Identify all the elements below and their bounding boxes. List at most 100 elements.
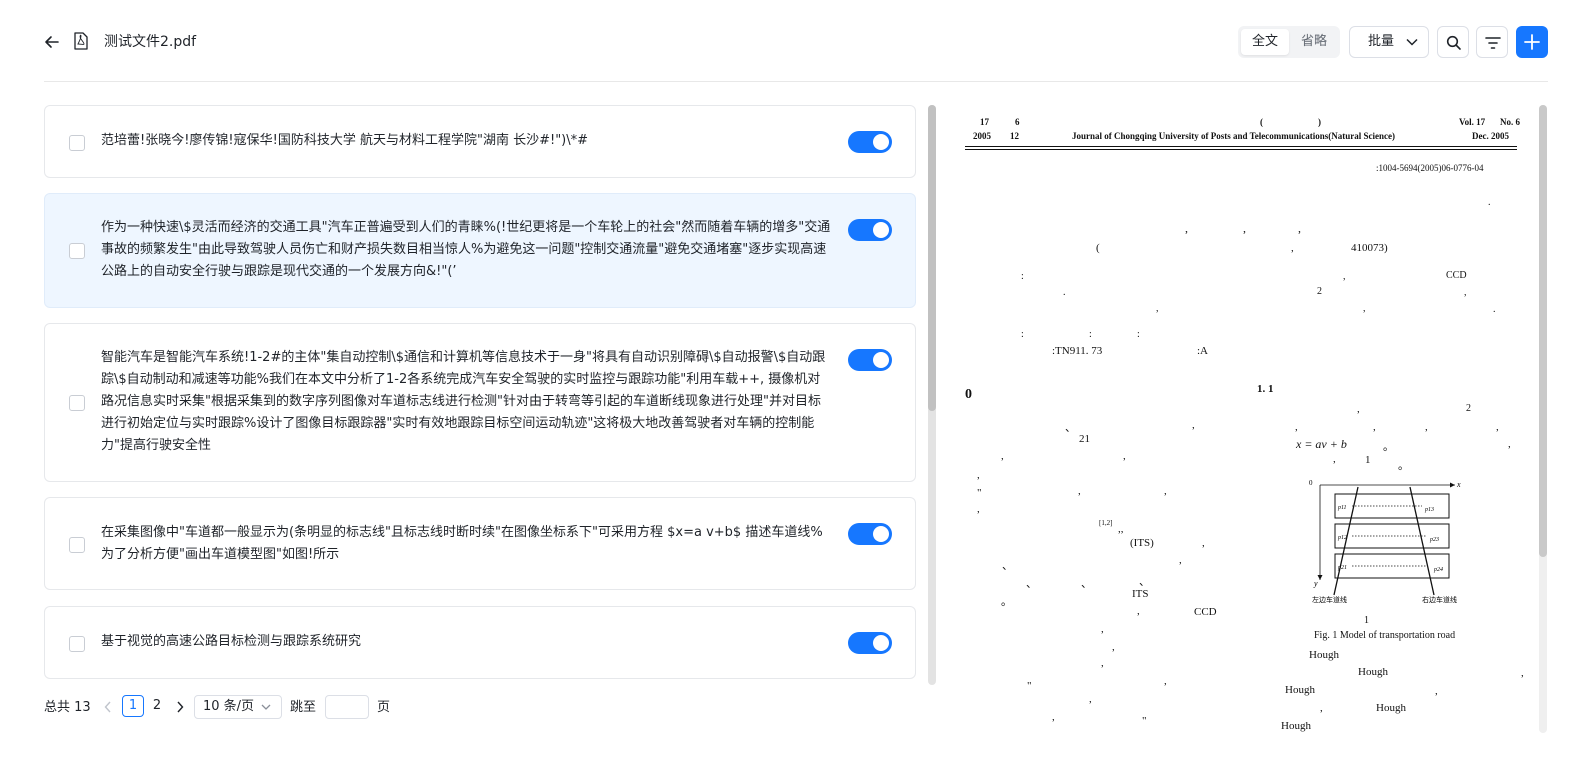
pagination-total: 总共 13: [44, 700, 91, 715]
pdf-mark: ,: [1123, 450, 1126, 462]
list-scrollbar-thumb[interactable]: [928, 105, 936, 411]
pdf-text: 21: [1079, 433, 1090, 445]
pdf-journal-title: Journal of Chongqing University of Posts…: [1072, 131, 1396, 141]
fig-point-label: p23: [1429, 537, 1439, 543]
filter-button[interactable]: [1476, 26, 1508, 58]
view-brief-option[interactable]: 省略: [1291, 29, 1337, 55]
pdf-mark: :: [1021, 271, 1024, 282]
pdf-mark: ,: [1101, 657, 1104, 669]
pdf-figure-caption: Fig. 1 Model of transportation road: [1314, 630, 1456, 641]
pdf-mark: .: [1493, 304, 1496, 315]
pdf-mark: ": [1142, 715, 1147, 727]
pdf-text: 410073): [1351, 242, 1388, 254]
paragraph-text: 基于视觉的高速公路目标检测与跟踪系统研究: [101, 634, 362, 649]
list-scrollbar[interactable]: [928, 105, 936, 685]
view-full-option[interactable]: 全文: [1241, 29, 1289, 55]
pdf-mark: ": [1027, 680, 1032, 692]
pdf-scrollbar-thumb[interactable]: [1539, 105, 1547, 557]
pdf-article-id: :1004-5694(2005)06-0776-04: [1376, 163, 1484, 173]
paragraph-list: 范培蕾!张晓今!廖传锦!寇保华!国防科技大学 航天与材料工程学院"湖南 长沙#!…: [44, 105, 916, 683]
pdf-mark: ,: [1243, 221, 1246, 235]
pdf-equation: x = av + b: [1296, 437, 1347, 451]
pdf-word: Hough: [1376, 702, 1406, 714]
paragraph-toggle[interactable]: [848, 131, 892, 153]
paragraph-checkbox[interactable]: [69, 135, 85, 151]
pdf-section-heading: 0: [965, 387, 972, 402]
jump-page-input[interactable]: [325, 695, 369, 719]
page-size-select[interactable]: 10 条/页: [194, 695, 282, 719]
page-number-1[interactable]: 1: [122, 695, 144, 717]
pdf-text: 2: [1317, 286, 1322, 297]
fig-right-lane-label: 右边车道线: [1422, 595, 1457, 604]
fig-point-label: p24: [1433, 566, 1443, 573]
paragraph-checkbox[interactable]: [69, 636, 85, 652]
pdf-text: 1: [1365, 454, 1371, 466]
pdf-text: Dec. 2005: [1472, 131, 1509, 141]
pdf-mark: ,: [1001, 450, 1004, 462]
pdf-text: (: [1096, 242, 1100, 254]
paragraph-checkbox[interactable]: [69, 395, 85, 411]
view-mode-toggle: 全文 省略: [1238, 26, 1340, 58]
pdf-clc: :TN911. 73: [1052, 345, 1103, 357]
pdf-mark: 、: [1139, 576, 1150, 588]
pdf-text: 17: [980, 117, 989, 127]
search-button[interactable]: [1437, 26, 1469, 58]
pdf-mark: 、: [1026, 578, 1037, 590]
file-name: 测试文件2.pdf: [104, 34, 197, 50]
pdf-mark: ,: [1295, 421, 1298, 433]
pdf-mark: ,: [1425, 421, 1428, 433]
page-number-2[interactable]: 2: [146, 695, 168, 717]
fig-origin-label: 0: [1309, 479, 1313, 487]
pdf-text: No. 6: [1500, 117, 1520, 127]
pdf-word: Hough: [1285, 684, 1315, 696]
pdf-mark: :: [1021, 329, 1024, 340]
fig-axis-x-label: x: [1456, 480, 1461, 489]
pdf-scrollbar[interactable]: [1539, 105, 1547, 733]
pdf-mark: ,: [1101, 623, 1104, 635]
paragraph-card[interactable]: 范培蕾!张晓今!廖传锦!寇保华!国防科技大学 航天与材料工程学院"湖南 长沙#!…: [44, 105, 916, 178]
pdf-text: 2005: [973, 131, 991, 141]
paragraph-card[interactable]: 作为一种快速\$灵活而经济的交通工具"汽车正普遍受到人们的青睐%(!世纪更将是一…: [44, 193, 916, 308]
pdf-preview: 17 6 ( ) Vol. 17 No. 6 2005 12 Journal o…: [955, 105, 1535, 733]
pdf-mark: ,: [1164, 675, 1167, 687]
prev-page-icon[interactable]: [104, 701, 112, 713]
header-divider: [44, 81, 1548, 82]
pdf-mark: 。: [1001, 596, 1012, 608]
back-arrow-icon[interactable]: [42, 32, 62, 52]
pdf-word: Hough: [1358, 666, 1388, 678]
paragraph-card[interactable]: 基于视觉的高速公路目标检测与跟踪系统研究: [44, 606, 916, 679]
page-size-value: 10 条/页: [203, 699, 255, 714]
pdf-mark: .: [1063, 287, 1066, 298]
paragraph-toggle[interactable]: [848, 523, 892, 545]
pdf-text: CCD: [1194, 606, 1217, 618]
pdf-mark: ,: [1052, 711, 1055, 723]
pdf-figure-road-model: 0 x y p11 p13 p12 p23 p21 p24 左边车道线 右边车道…: [1309, 479, 1461, 604]
next-page-icon[interactable]: [176, 701, 184, 713]
pdf-mark: ,: [1078, 485, 1081, 497]
pdf-text: (: [1260, 117, 1263, 127]
pdf-figure-number: 1: [1364, 615, 1369, 626]
paragraph-toggle[interactable]: [848, 349, 892, 371]
jump-label: 跳至: [290, 700, 317, 715]
paragraph-card[interactable]: 在采集图像中"车道都一般显示为(条明显的标志线"且标志线时断时续"在图像坐标系下…: [44, 497, 916, 590]
fig-axis-y-label: y: [1313, 579, 1318, 588]
paragraph-toggle[interactable]: [848, 632, 892, 654]
pdf-mark: ,: [1496, 421, 1499, 433]
pdf-text: ): [1318, 117, 1321, 127]
pdf-mark: :: [1089, 329, 1092, 340]
pdf-text: 2: [1466, 403, 1471, 414]
pdf-mark: ,: [1291, 242, 1294, 254]
batch-dropdown[interactable]: 批量: [1349, 26, 1429, 58]
pdf-mark: ,: [1164, 485, 1167, 497]
paragraph-card[interactable]: 智能汽车是智能汽车系统!1-2#的主体"集自动控制\$通信和计算机等信息技术于一…: [44, 323, 916, 482]
pdf-rule: [965, 146, 1517, 147]
pdf-mark: ,: [1464, 287, 1467, 298]
paragraph-checkbox[interactable]: [69, 537, 85, 553]
add-button[interactable]: [1516, 26, 1548, 58]
pdf-mark: ,: [1192, 419, 1195, 431]
paragraph-text: 作为一种快速\$灵活而经济的交通工具"汽车正普遍受到人们的青睐%(!世纪更将是一…: [101, 220, 831, 279]
paragraph-checkbox[interactable]: [69, 243, 85, 259]
fig-point-label: p21: [1337, 565, 1347, 571]
pdf-citation: [1,2]: [1099, 519, 1113, 527]
paragraph-toggle[interactable]: [848, 219, 892, 241]
